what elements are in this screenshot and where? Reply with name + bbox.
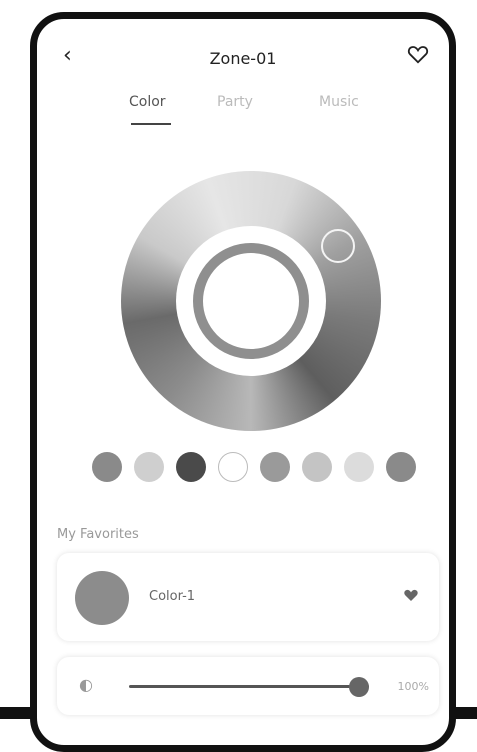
tab-color[interactable]: Color [129,94,166,110]
favorite-color-name: Color-1 [149,589,196,604]
heart-outline-icon[interactable] [407,43,429,65]
brightness-value: 100% [397,680,429,693]
page-title: Zone-01 [209,49,277,68]
selected-color-ring [193,243,309,359]
swatch-6[interactable] [302,452,332,482]
mode-tabs: Color Party Music [37,94,449,134]
swatch-8[interactable] [386,452,416,482]
brightness-icon: ◐ [79,675,93,694]
swatch-7[interactable] [344,452,374,482]
tab-music[interactable]: Music [319,94,359,110]
preset-swatches [92,452,422,484]
heart-filled-icon[interactable] [403,587,419,603]
active-tab-indicator [131,123,171,125]
tab-party[interactable]: Party [217,94,253,110]
color-wheel[interactable] [121,171,381,431]
wheel-center [176,226,326,376]
swatch-2[interactable] [134,452,164,482]
brightness-slider-track[interactable] [129,685,369,688]
favorite-color-card[interactable]: Color-1 [57,553,439,641]
favorite-color-preview [75,571,129,625]
swatch-4[interactable] [218,452,248,482]
favorites-heading: My Favorites [57,527,139,542]
brightness-slider-thumb[interactable] [349,677,369,697]
phone-frame: ‹ Zone-01 Color Party Music My Favorites… [30,12,456,752]
swatch-5[interactable] [260,452,290,482]
color-selector-handle[interactable] [321,229,355,263]
swatch-3[interactable] [176,452,206,482]
header-bar: ‹ Zone-01 [37,19,449,79]
brightness-card: ◐ 100% [57,657,439,715]
swatch-1[interactable] [92,452,122,482]
